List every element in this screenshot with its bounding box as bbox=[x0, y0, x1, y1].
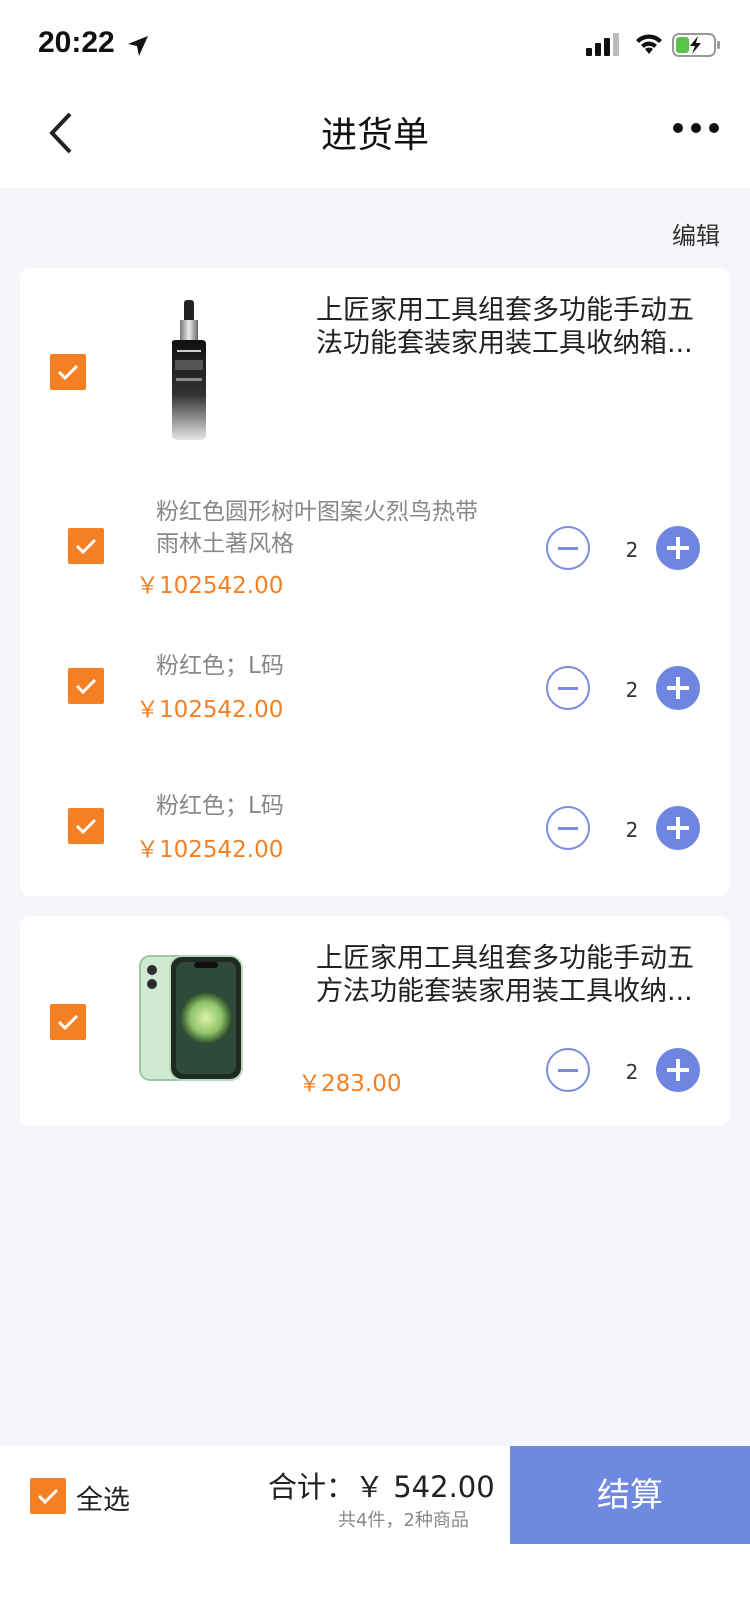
serum-bottle-image bbox=[172, 300, 206, 440]
status-bar: 20:22 bbox=[0, 0, 750, 88]
product-title[interactable]: 上匠家用工具组套多功能手动五 法功能套装家用装工具收纳箱... bbox=[316, 294, 716, 360]
quantity-value[interactable]: 2 bbox=[612, 1060, 652, 1084]
sku-checkbox[interactable] bbox=[68, 808, 104, 844]
home-indicator-area bbox=[0, 1546, 750, 1624]
wifi-icon bbox=[636, 34, 662, 54]
sku-checkbox[interactable] bbox=[68, 668, 104, 704]
check-icon bbox=[57, 364, 79, 381]
more-options-icon[interactable] bbox=[672, 118, 720, 138]
total-amount: 合计：￥ 542.00 bbox=[268, 1470, 495, 1504]
sku-spec: 粉红色；L码 bbox=[156, 793, 284, 819]
checkout-button[interactable]: 结算 bbox=[510, 1446, 750, 1544]
checkout-bar: 全选 合计：￥ 542.00 共4件，2种商品 结算 bbox=[0, 1446, 750, 1546]
quantity-value[interactable]: 2 bbox=[612, 678, 652, 702]
sku-checkbox[interactable] bbox=[68, 528, 104, 564]
decrease-qty-button[interactable] bbox=[546, 666, 590, 710]
increase-qty-button[interactable] bbox=[656, 526, 700, 570]
select-all-label[interactable]: 全选 bbox=[76, 1478, 130, 1517]
total-summary: 共4件，2种商品 bbox=[338, 1510, 469, 1531]
group-checkbox[interactable] bbox=[50, 1004, 86, 1040]
phone-image bbox=[139, 955, 243, 1081]
check-icon bbox=[75, 818, 97, 835]
increase-qty-button[interactable] bbox=[656, 806, 700, 850]
check-icon bbox=[75, 678, 97, 695]
nav-bar: 进货单 bbox=[0, 88, 750, 188]
sku-price: ￥102542.00 bbox=[136, 573, 284, 599]
sku-spec: 粉红色；L码 bbox=[156, 653, 284, 679]
sku-spec: 粉红色圆形树叶图案火烈鸟热带雨林土著风格 bbox=[156, 499, 478, 557]
quantity-value[interactable]: 2 bbox=[612, 818, 652, 842]
status-time: 20:22 bbox=[38, 26, 115, 59]
edit-button[interactable]: 编辑 bbox=[672, 216, 720, 251]
cart-group-card: 上匠家用工具组套多功能手动五 方法功能套装家用装工具收纳... ￥283.00 … bbox=[20, 916, 730, 1126]
check-icon bbox=[37, 1488, 59, 1505]
product-price: ￥283.00 bbox=[298, 1071, 402, 1097]
increase-qty-button[interactable] bbox=[656, 1048, 700, 1092]
decrease-qty-button[interactable] bbox=[546, 526, 590, 570]
increase-qty-button[interactable] bbox=[656, 666, 700, 710]
decrease-qty-button[interactable] bbox=[546, 1048, 590, 1092]
check-icon bbox=[57, 1014, 79, 1031]
quantity-value[interactable]: 2 bbox=[612, 538, 652, 562]
cellular-signal-icon bbox=[586, 33, 619, 56]
sku-price: ￥102542.00 bbox=[136, 837, 284, 863]
battery-charging-icon bbox=[672, 33, 720, 57]
product-title[interactable]: 上匠家用工具组套多功能手动五 方法功能套装家用装工具收纳... bbox=[316, 942, 716, 1008]
group-checkbox[interactable] bbox=[50, 354, 86, 390]
page-title: 进货单 bbox=[320, 115, 429, 156]
cart-group-card: 上匠家用工具组套多功能手动五 法功能套装家用装工具收纳箱... 粉红色圆形树叶图… bbox=[20, 268, 730, 896]
location-arrow-icon bbox=[128, 36, 148, 56]
select-all-checkbox[interactable] bbox=[30, 1478, 66, 1514]
check-icon bbox=[75, 538, 97, 555]
sku-price: ￥102542.00 bbox=[136, 697, 284, 723]
decrease-qty-button[interactable] bbox=[546, 806, 590, 850]
